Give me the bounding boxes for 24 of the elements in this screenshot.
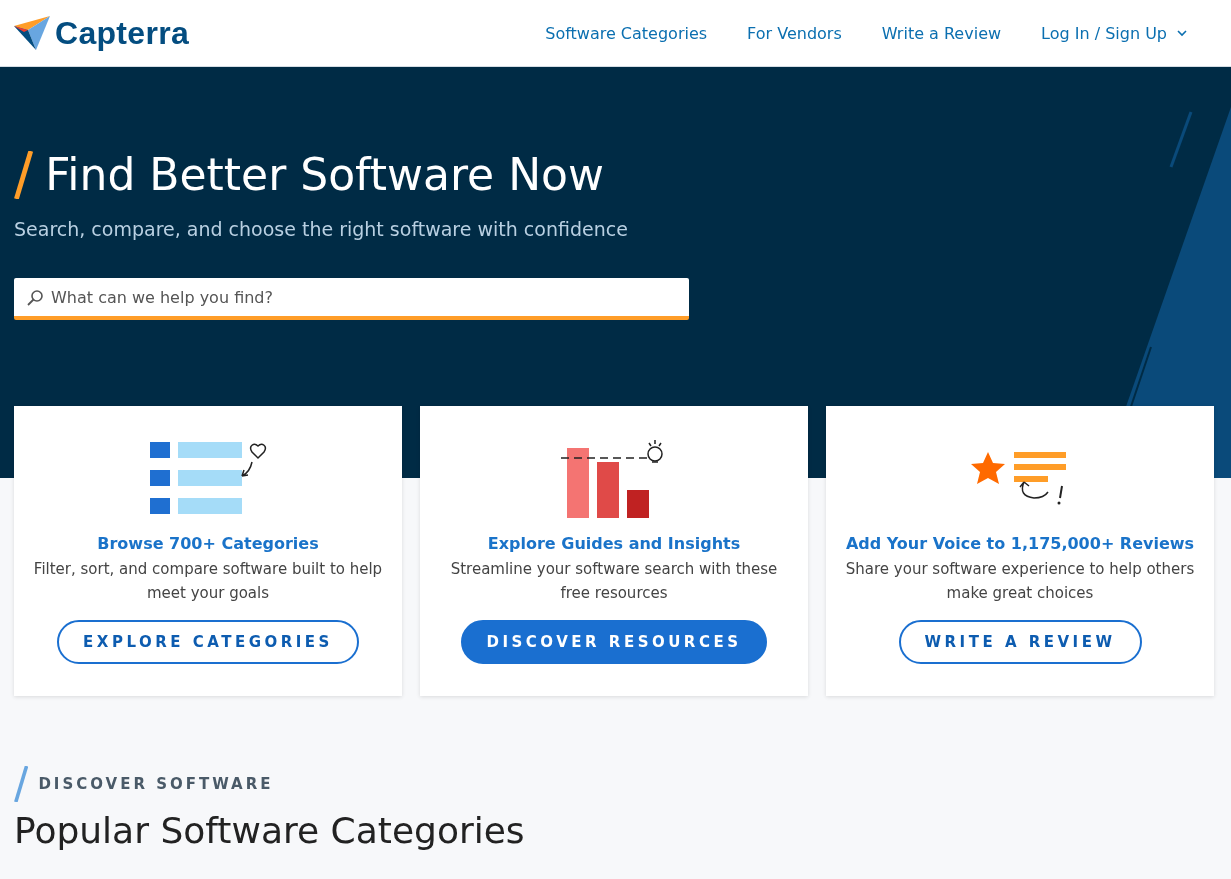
card-title[interactable]: Explore Guides and Insights	[487, 534, 741, 553]
nav-link[interactable]: Log In / Sign Up	[1041, 23, 1187, 43]
card-button[interactable]: EXPLORE CATEGORIES	[57, 620, 359, 664]
card-title[interactable]: Add Your Voice to 1,175,000+ Reviews	[845, 534, 1195, 553]
nav-link[interactable]: For Vendors	[747, 23, 842, 43]
hero-subtitle: Search, compare, and choose the right software with confidence	[14, 218, 629, 240]
logo-icon	[14, 14, 52, 52]
logo-text[interactable]: Capterra	[55, 14, 189, 52]
card-button[interactable]: DISCOVER RESOURCES	[460, 620, 768, 664]
hero-title: Find Better Software Now	[45, 149, 604, 200]
card-description: Filter, sort, and compare software built to help meet your goals	[32, 559, 384, 604]
card-description: Streamline your software search with these free resources	[449, 559, 779, 604]
search-icon	[26, 289, 44, 307]
slash-icon	[14, 150, 34, 199]
search-field[interactable]: What can we help you find?	[14, 278, 689, 320]
nav-link[interactable]: Software Categories	[545, 23, 708, 43]
card-button[interactable]: WRITE A REVIEW	[898, 620, 1142, 664]
section-eyebrow: DISCOVER SOFTWARE	[38, 775, 274, 793]
slash-icon	[14, 766, 29, 802]
card-description: Share your software experience to help others make great choices	[844, 559, 1196, 604]
nav-link[interactable]: Write a Review	[881, 23, 1002, 43]
card-title[interactable]: Browse 700+ Categories	[97, 534, 319, 553]
section-heading: Popular Software Categories	[14, 810, 526, 851]
list-icon	[148, 440, 268, 516]
